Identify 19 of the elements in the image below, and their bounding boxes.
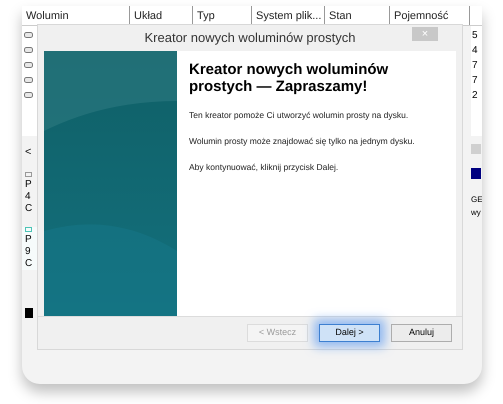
- disk-info-text: wy: [471, 207, 482, 219]
- scroll-left-arrow[interactable]: <: [22, 144, 37, 160]
- color-swatch: [471, 168, 481, 179]
- disk-label[interactable]: P 9 C: [22, 227, 37, 270]
- scroll-thumb: [471, 144, 481, 154]
- table-cell-text: 2: [472, 89, 479, 103]
- wizard-paragraph: Aby kontynuować, kliknij przycisk Dalej.: [189, 160, 340, 174]
- wizard-paragraph: Wolumin prosty może znajdować się tylko na jednym dysku.: [189, 134, 415, 148]
- wizard-button[interactable]: Anuluj: [391, 324, 452, 342]
- table-cell-text: 4: [472, 44, 479, 58]
- wizard-button[interactable]: Dalej >: [319, 324, 380, 342]
- disk-info-text: GE: [471, 194, 482, 206]
- wizard-paragraph: Ten kreator pomoże Ci utworzyć wolumin prosty na dysku.: [189, 109, 410, 122]
- table-cell-text: 5: [472, 29, 479, 43]
- window-title: Kreator nowych woluminów prostych: [144, 29, 356, 48]
- table-cell-text: 7: [472, 59, 479, 73]
- wizard-heading: Kreator nowych woluminów prostych — Zapraszamy!: [189, 61, 389, 95]
- color-swatch: [25, 308, 33, 318]
- table-cell-text: 7: [472, 74, 479, 88]
